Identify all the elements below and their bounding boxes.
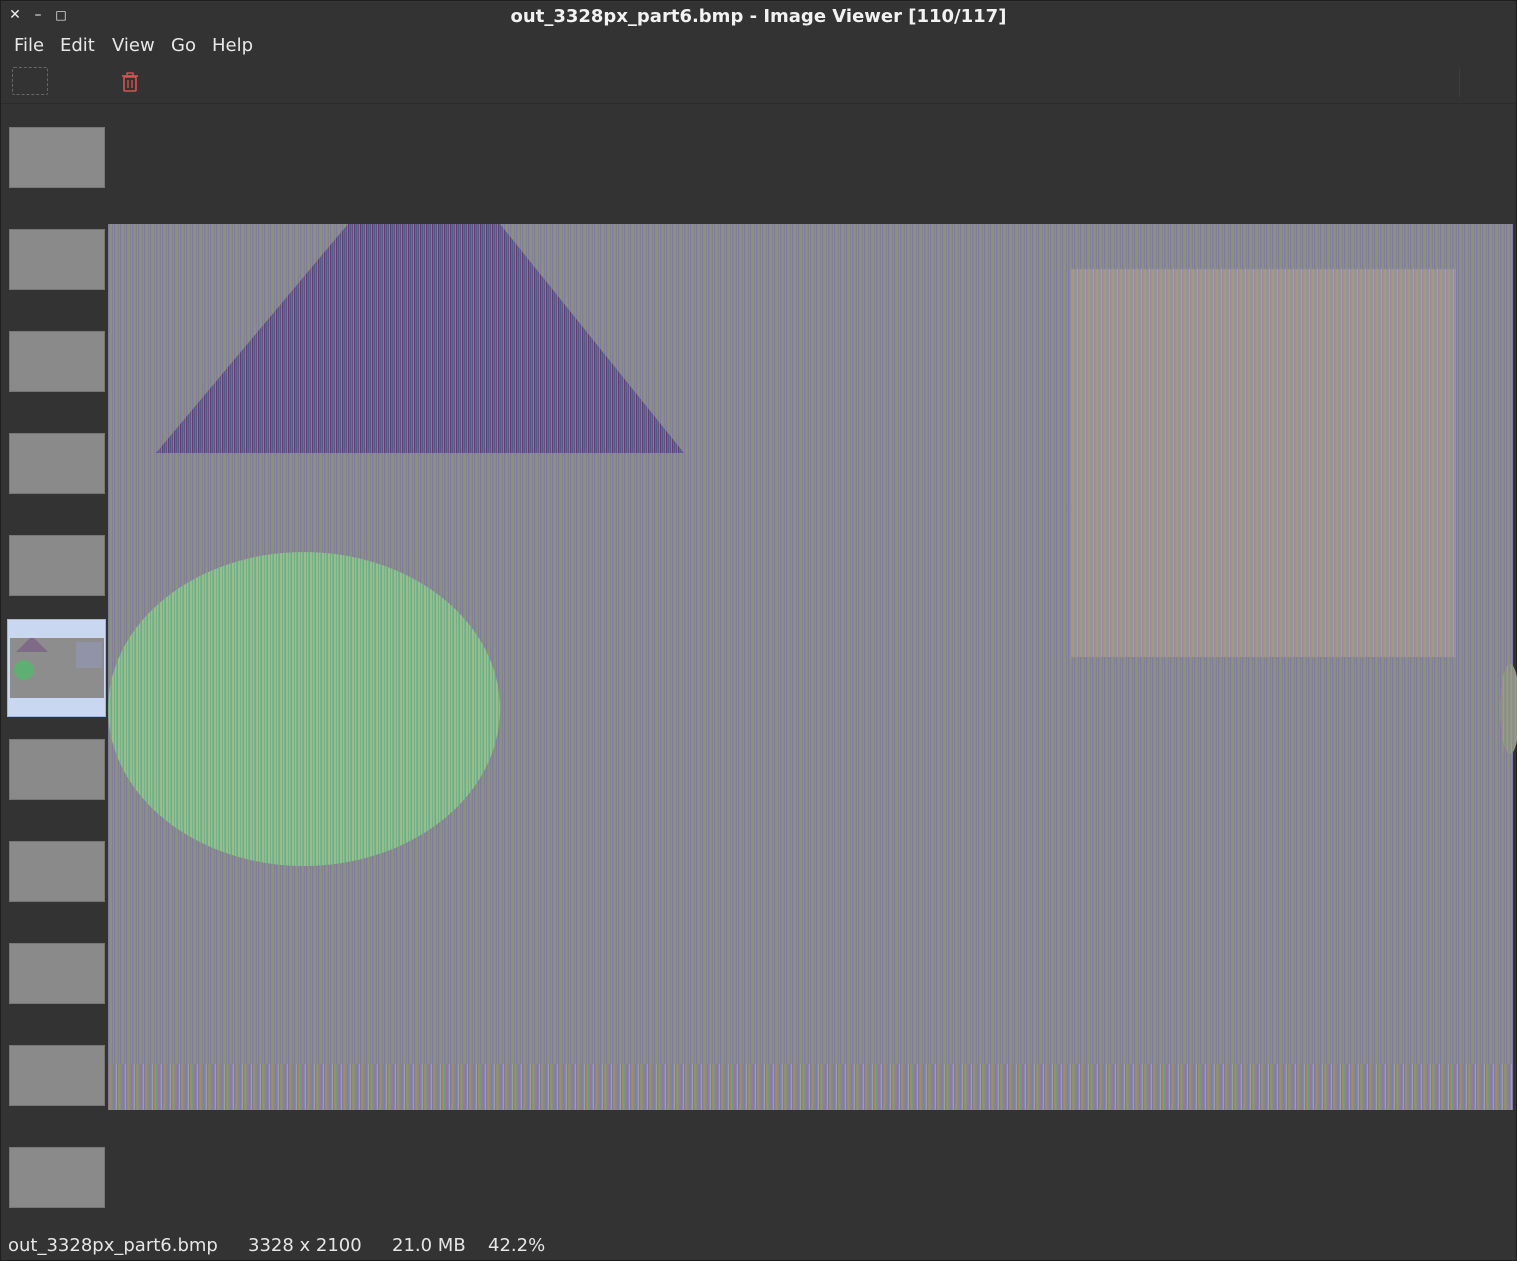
thumbnail[interactable] [9,841,105,902]
menu-help[interactable]: Help [210,35,255,56]
thumbnail-strip[interactable] [1,105,107,1225]
trash-icon[interactable] [119,71,141,93]
thumbnail[interactable] [9,943,105,1004]
thumbnail[interactable] [9,1045,105,1106]
image-viewer-window: ✕ – □ out_3328px_part6.bmp - Image Viewe… [0,0,1517,1261]
window-title: out_3328px_part6.bmp - Image Viewer [110… [510,6,1007,27]
menu-edit[interactable]: Edit [58,35,97,56]
menu-file[interactable]: File [12,35,46,56]
status-dimensions: 3328 x 2100 [248,1235,362,1256]
rectangle-shape [1070,269,1456,657]
thumbnail-selected[interactable] [7,619,106,717]
bottom-band [108,1064,1513,1110]
menu-bar: File Edit View Go Help [1,31,1516,61]
status-bar: out_3328px_part6.bmp 3328 x 2100 21.0 MB… [1,1229,1516,1260]
image-canvas[interactable] [107,105,1517,1229]
status-filename: out_3328px_part6.bmp [8,1235,218,1256]
thumbnail[interactable] [9,1147,105,1208]
menu-view[interactable]: View [110,35,157,56]
circle-edge-shape [1500,664,1517,754]
menu-go[interactable]: Go [169,35,198,56]
thumbnail[interactable] [9,739,105,800]
toolbar-separator [1459,67,1460,97]
thumbnail[interactable] [9,331,105,392]
toolbar-empty-button[interactable] [12,67,48,95]
title-bar: ✕ – □ out_3328px_part6.bmp - Image Viewe… [1,1,1516,31]
thumbnail[interactable] [9,229,105,290]
thumbnail[interactable] [9,433,105,494]
displayed-image [108,224,1517,1110]
status-filesize: 21.0 MB [392,1235,466,1256]
thumbnail[interactable] [9,535,105,596]
thumbnail-preview [10,636,104,698]
status-zoom: 42.2% [488,1235,546,1256]
thumbnail[interactable] [9,127,105,188]
circle-shape [108,552,500,866]
toolbar [1,61,1516,104]
